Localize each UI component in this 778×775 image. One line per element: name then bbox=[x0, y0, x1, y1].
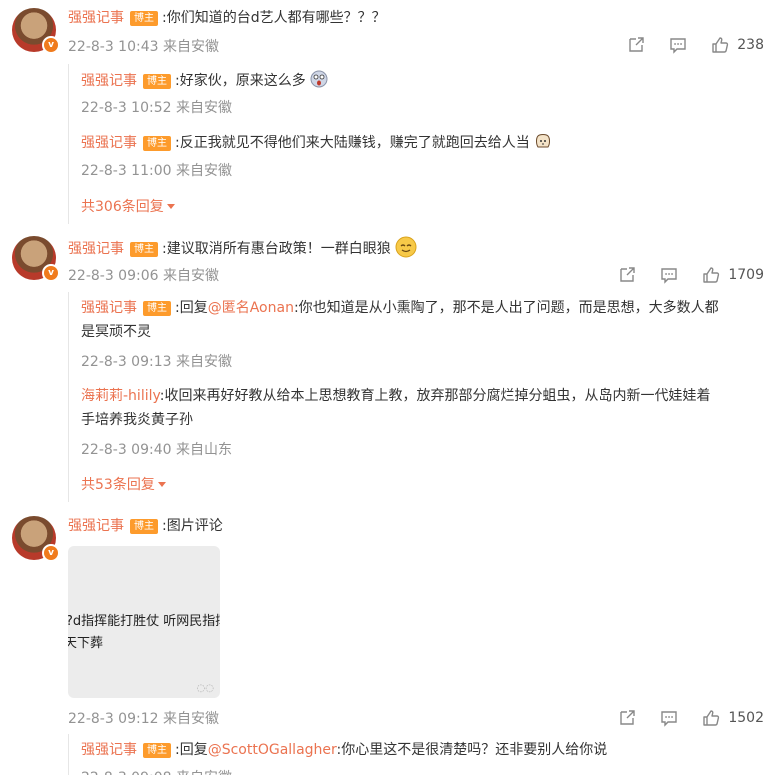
username[interactable]: 强强记事 bbox=[81, 300, 137, 316]
comment-header: 强强记事 博主 :图片评论 bbox=[68, 516, 223, 536]
view-more-replies-link[interactable]: 共306条回复 bbox=[81, 196, 175, 216]
share-icon[interactable] bbox=[618, 709, 636, 727]
reply-meta: 22-8-3 09:13 来自安徽 bbox=[81, 354, 232, 370]
like-count: 1502 bbox=[728, 710, 764, 726]
like-count: 1709 bbox=[728, 267, 764, 283]
reply-item: 强强记事 博主 :好家伙，原来这么多 bbox=[81, 70, 328, 91]
like-icon[interactable] bbox=[711, 36, 729, 54]
reply-text-continued: 是冥顽不灵 bbox=[81, 324, 151, 340]
reply-list: 强强记事 博主:好家伙，原来这么多 22-8-3 10:52 来自安徽 强强记事博… bbox=[68, 64, 778, 224]
comment-actions: 1709 bbox=[618, 264, 764, 286]
username[interactable]: 强强记事 bbox=[81, 135, 137, 151]
reply-text-continued: 手培养我炎黄子孙 bbox=[81, 412, 193, 428]
reply-text: :反正我就见不得他们来大陆赚钱，赚完了就跑回去给人当 bbox=[175, 135, 530, 151]
username[interactable]: 海莉莉-hilily bbox=[81, 388, 160, 404]
watermark-icon: ◌◌ bbox=[196, 683, 214, 694]
comment-actions: 238 bbox=[627, 34, 764, 56]
reply-meta: 22-8-3 09:08 来自安徽 bbox=[81, 767, 232, 775]
reply-prefix: :回复 bbox=[175, 742, 208, 758]
author-badge: 博主 bbox=[130, 11, 158, 26]
comment-meta: 22-8-3 09:06 来自安徽 bbox=[68, 268, 219, 284]
username[interactable]: 强强记事 bbox=[81, 742, 137, 758]
reply-list: 强强记事 博主 :回复@匿名Aonan:你也知道是从小熏陶了，那不是人出了问题，而是… bbox=[68, 292, 778, 502]
reply-text: :你也知道是从小熏陶了，那不是人出了问题，而是思想，大多数人都 bbox=[293, 300, 719, 316]
reply-text: :好家伙，原来这么多 bbox=[175, 73, 306, 89]
reply-item: 强强记事 博主 :回复@ScottOGallagher:你心里这不是很清楚吗？还非要… bbox=[81, 740, 607, 760]
smile-face-emoji-icon bbox=[395, 236, 417, 258]
like-icon[interactable] bbox=[702, 266, 720, 284]
scared-face-emoji-icon bbox=[310, 70, 328, 88]
comment-actions: 1502 bbox=[618, 707, 764, 729]
share-icon[interactable] bbox=[627, 36, 645, 54]
mention-link[interactable]: @匿名Aonan bbox=[208, 300, 294, 316]
reply-item: 强强记事 博主 :回复@匿名Aonan:你也知道是从小熏陶了，那不是人出了问题，而是… bbox=[81, 298, 719, 318]
reply-text: :收回来再好好教从给本上思想教育上教，放弃那部分腐烂掉分蛆虫，从岛内新一代娃娃着 bbox=[159, 388, 711, 404]
comment-image[interactable]: ?d指挥能打胜仗 听网民指挥 天下葬 ◌◌ bbox=[68, 546, 220, 698]
username[interactable]: 强强记事 bbox=[68, 10, 124, 26]
reply-prefix: :回复 bbox=[175, 300, 208, 316]
comment-text: :建议取消所有惠台政策！一群白眼狼 bbox=[162, 241, 391, 257]
comment-meta: 22-8-3 10:43 来自安徽 bbox=[68, 39, 219, 55]
comment-text: :图片评论 bbox=[162, 518, 223, 534]
reply-item: 海莉莉-hilily:收回来再好好教从给本上思想教育上教，放弃那部分腐烂掉分蛆虫… bbox=[81, 386, 710, 406]
author-badge: 博主 bbox=[143, 301, 171, 316]
reply-list: 强强记事 博主 :回复@ScottOGallagher:你心里这不是很清楚吗？还非要… bbox=[68, 734, 778, 775]
like-icon[interactable] bbox=[702, 709, 720, 727]
reply-text: :你心里这不是很清楚吗？还非要别人给你说 bbox=[336, 742, 608, 758]
chevron-down-icon bbox=[157, 482, 166, 487]
avatar[interactable]: v bbox=[12, 8, 60, 54]
chevron-down-icon bbox=[166, 204, 175, 209]
comment-text: :你们知道的台d艺人都有哪些？？？ bbox=[162, 10, 386, 26]
comment-icon[interactable] bbox=[660, 709, 678, 727]
reply-meta: 22-8-3 09:40 来自山东 bbox=[81, 442, 232, 458]
username[interactable]: 强强记事 bbox=[81, 73, 137, 89]
verified-badge-icon: v bbox=[42, 264, 60, 282]
reply-meta: 22-8-3 11:00 来自安徽 bbox=[81, 163, 232, 179]
reply-meta: 22-8-3 10:52 来自安徽 bbox=[81, 100, 232, 116]
mention-link[interactable]: @ScottOGallagher bbox=[208, 742, 337, 758]
username[interactable]: 强强记事 bbox=[68, 241, 124, 257]
verified-badge-icon: v bbox=[42, 36, 60, 54]
like-count: 238 bbox=[737, 37, 764, 53]
image-caption-line: ?d指挥能打胜仗 听网民指挥 bbox=[68, 614, 220, 629]
comment-icon[interactable] bbox=[669, 36, 687, 54]
author-badge: 博主 bbox=[130, 519, 158, 534]
username[interactable]: 强强记事 bbox=[68, 518, 124, 534]
comment-header: 强强记事 博主 :建议取消所有惠台政策！一群白眼狼 bbox=[68, 236, 417, 259]
comment-header: 强强记事 博主 :你们知道的台d艺人都有哪些？？？ bbox=[68, 8, 386, 28]
author-badge: 博主 bbox=[143, 136, 171, 151]
avatar[interactable]: v bbox=[12, 516, 60, 562]
avatar[interactable]: v bbox=[12, 236, 60, 282]
verified-badge-icon: v bbox=[42, 544, 60, 562]
author-badge: 博主 bbox=[143, 74, 171, 89]
dog-face-emoji-icon bbox=[536, 134, 551, 148]
share-icon[interactable] bbox=[618, 266, 636, 284]
comment-icon[interactable] bbox=[660, 266, 678, 284]
comment-meta: 22-8-3 09:12 来自安徽 bbox=[68, 711, 219, 727]
view-more-replies-link[interactable]: 共53条回复 bbox=[81, 474, 166, 494]
author-badge: 博主 bbox=[143, 743, 171, 758]
author-badge: 博主 bbox=[130, 242, 158, 257]
reply-item: 强强记事 博主 :反正我就见不得他们来大陆赚钱，赚完了就跑回去给人当 bbox=[81, 132, 552, 153]
image-caption-line: 天下葬 bbox=[68, 636, 104, 651]
